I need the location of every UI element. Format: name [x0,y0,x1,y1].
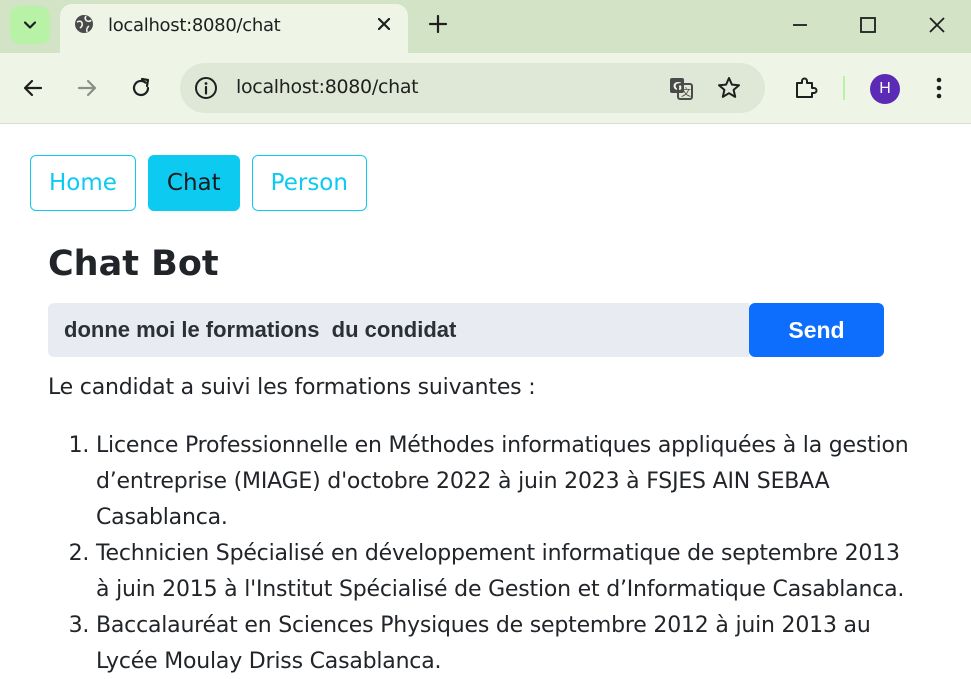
minimize-button[interactable] [785,10,815,40]
back-icon [23,79,43,97]
extensions-button[interactable] [791,74,819,102]
url-text[interactable]: localhost:8080/chat [236,76,419,98]
forward-icon [77,79,97,97]
nav-person-button[interactable]: Person [251,155,367,211]
chevron-down-icon [23,21,37,29]
reload-button[interactable] [127,74,155,102]
toolbar-separator [843,76,845,100]
back-button[interactable] [19,74,47,102]
forward-button[interactable] [73,74,101,102]
maximize-button[interactable] [853,10,883,40]
translate-icon[interactable]: G文 [668,75,694,101]
nav-chat-button[interactable]: Chat [147,155,240,211]
chat-message-input[interactable] [48,303,749,357]
tab-strip: localhost:8080/chat [0,0,971,53]
answer-list: Licence Professionnelle en Méthodes info… [48,428,918,679]
app-nav: Home Chat Person [30,155,367,211]
minimize-icon [793,24,807,26]
browser-toolbar: localhost:8080/chat G文 H [0,53,971,124]
list-item: Baccalauréat en Sciences Physiques de se… [96,608,918,679]
globe-icon [75,15,93,33]
browser-menu-button[interactable] [925,74,953,102]
browser-tab[interactable]: localhost:8080/chat [60,4,408,53]
chat-answer: Le candidat a suivi les formations suiva… [48,370,918,679]
menu-icon [936,77,942,99]
answer-intro: Le candidat a suivi les formations suiva… [48,375,536,400]
close-icon[interactable] [374,14,394,34]
tab-title: localhost:8080/chat [108,15,281,36]
profile-avatar[interactable]: H [870,74,900,104]
list-item: Technicien Spécialisé en développement i… [96,536,918,608]
close-window-button[interactable] [922,10,952,40]
page-title: Chat Bot [48,244,219,284]
reload-icon [132,77,150,97]
address-bar[interactable]: localhost:8080/chat G文 [180,63,765,113]
send-button[interactable]: Send [749,303,884,357]
star-icon[interactable] [716,75,742,101]
close-window-icon [929,17,945,33]
list-item: Licence Professionnelle en Méthodes info… [96,428,918,536]
nav-home-button[interactable]: Home [30,155,136,211]
tab-search-button[interactable] [10,6,50,44]
maximize-icon [860,17,876,33]
chat-input-group: Send [48,303,884,357]
info-icon[interactable] [194,76,218,100]
plus-icon[interactable] [426,12,450,36]
extensions-icon [796,77,818,98]
svg-text:文: 文 [681,86,691,99]
